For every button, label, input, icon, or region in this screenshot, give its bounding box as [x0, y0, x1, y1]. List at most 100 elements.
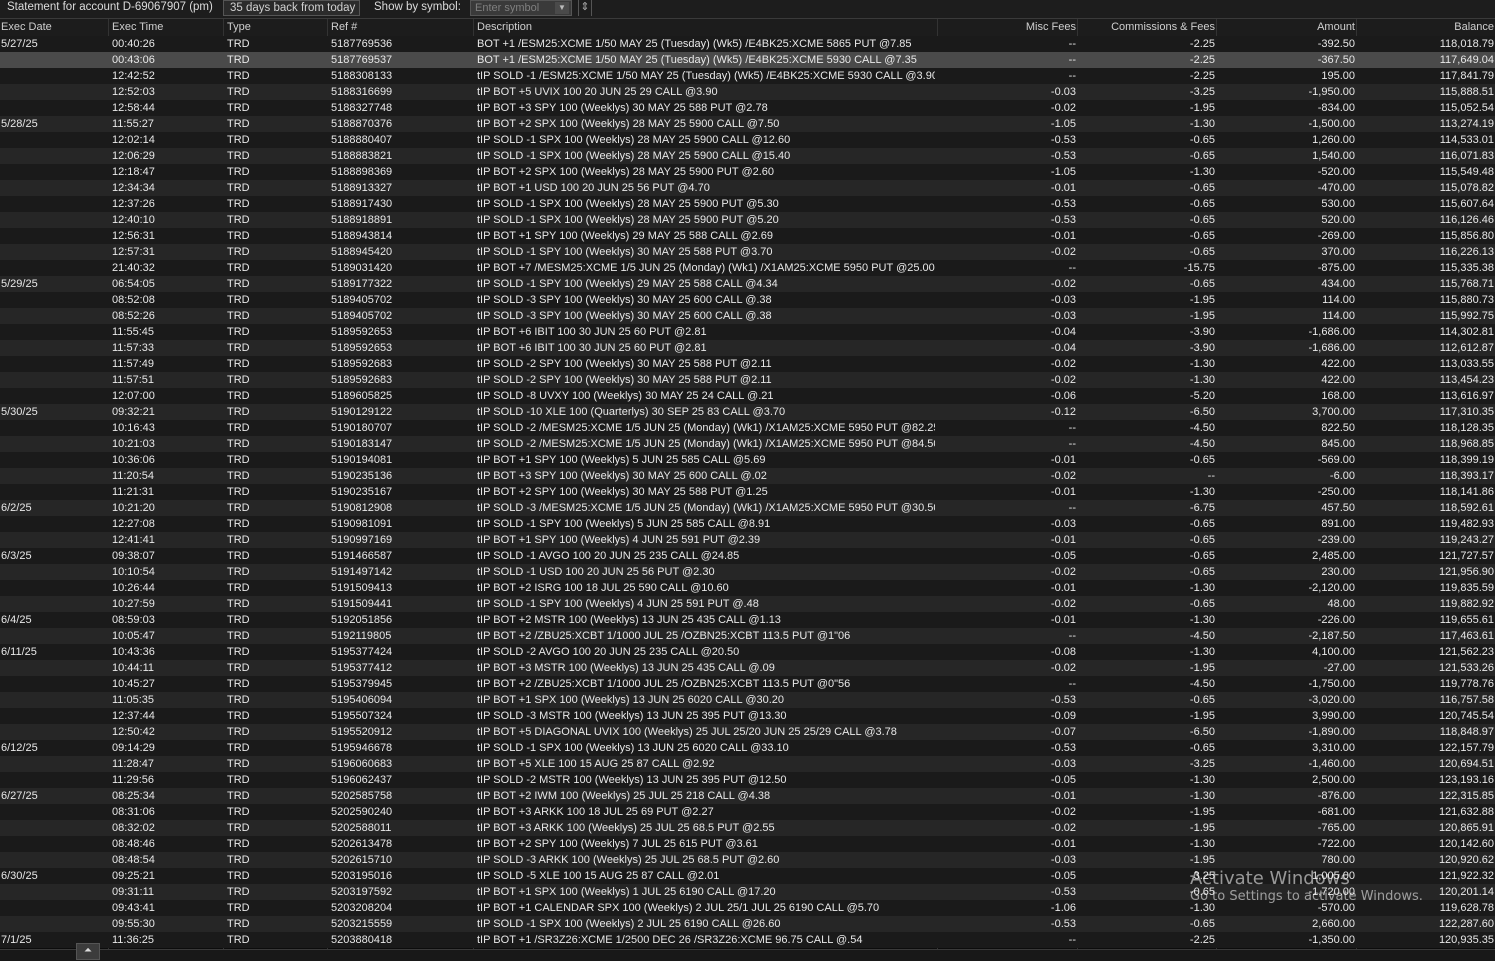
col-exec-date[interactable]: Exec Date [1, 21, 106, 33]
table-row[interactable]: 11:57:51 TRD 5189592683 tIP SOLD -2 SPY 100… [0, 372, 1495, 388]
table-row[interactable]: 12:34:34 TRD 5188913327 tIP BOT +1 USD 100 … [0, 180, 1495, 196]
table-row[interactable]: 5/28/25 11:55:27 TRD 5188870376 tIP BOT +2 S… [0, 116, 1495, 132]
table-row[interactable]: 08:31:06 TRD 5202590240 tIP BOT +3 ARKK 100… [0, 804, 1495, 820]
balance-cell: 117,463.61 [1439, 630, 1494, 642]
ref-cell: 5202590240 [331, 806, 393, 818]
table-row[interactable]: 12:56:31 TRD 5188943814 tIP BOT +1 SPY 100 … [0, 228, 1495, 244]
table-row[interactable]: 09:43:41 TRD 5203208204 tIP BOT +1 CALENDAR… [0, 900, 1495, 916]
table-row[interactable]: 10:44:11 TRD 5195377412 tIP BOT +3 MSTR 100… [0, 660, 1495, 676]
table-row[interactable]: 10:10:54 TRD 5191497142 tIP SOLD -1 USD 100… [0, 564, 1495, 580]
balance-cell: 121,632.88 [1438, 806, 1494, 818]
col-type[interactable]: Type [227, 21, 325, 33]
balance-cell: 115,078.82 [1439, 182, 1494, 194]
balance-cell: 120,142.60 [1438, 838, 1494, 850]
col-ref[interactable]: Ref # [331, 21, 471, 33]
type-cell: TRD [227, 710, 250, 722]
table-row[interactable]: 11:29:56 TRD 5196062437 tIP SOLD -2 MSTR 10… [0, 772, 1495, 788]
type-cell: TRD [227, 790, 250, 802]
balance-cell: 121,956.90 [1438, 566, 1494, 578]
description-cell: tIP BOT +2 SPY 100 (Weeklys) 30 MAY 25 5… [477, 486, 768, 498]
table-row[interactable]: 12:58:44 TRD 5188327748 tIP BOT +3 SPY 100 … [0, 100, 1495, 116]
balance-cell: 117,649.04 [1439, 54, 1494, 66]
commissions-cell: -1.30 [1189, 646, 1215, 658]
type-cell: TRD [227, 262, 250, 274]
table-row[interactable]: 12:41:41 TRD 5190997169 tIP BOT +1 SPY 100 … [0, 532, 1495, 548]
table-row[interactable]: 11:20:54 TRD 5190235136 tIP BOT +3 SPY 100 … [0, 468, 1495, 484]
table-row[interactable]: 6/12/25 09:14:29 TRD 5195946678 tIP SOLD -1 … [0, 740, 1495, 756]
table-row[interactable]: 08:52:08 TRD 5189405702 tIP SOLD -3 SPY 100… [0, 292, 1495, 308]
ref-cell: 5189405702 [331, 310, 393, 322]
amount-cell: -3,020.00 [1308, 694, 1355, 706]
table-row[interactable]: 12:27:08 TRD 5190981091 tIP SOLD -1 SPY 100… [0, 516, 1495, 532]
table-row[interactable]: 12:52:03 TRD 5188316699 tIP BOT +5 UVIX 100… [0, 84, 1495, 100]
commissions-cell: -0.65 [1189, 150, 1215, 162]
table-row[interactable]: 12:18:47 TRD 5188898369 tIP BOT +2 SPX 100 … [0, 164, 1495, 180]
table-row[interactable]: 11:21:31 TRD 5190235167 tIP BOT +2 SPY 100 … [0, 484, 1495, 500]
type-cell: TRD [227, 54, 250, 66]
table-row[interactable]: 6/4/25 08:59:03 TRD 5192051856 tIP BOT +2 MS… [0, 612, 1495, 628]
table-row[interactable]: 10:26:44 TRD 5191509413 tIP BOT +2 ISRG 100… [0, 580, 1495, 596]
col-balance[interactable]: Balance [1358, 21, 1494, 33]
chevron-down-icon[interactable]: ▼ [555, 2, 569, 14]
table-row[interactable]: 6/11/25 10:43:36 TRD 5195377424 tIP SOLD -2 … [0, 644, 1495, 660]
table-row[interactable]: 10:27:59 TRD 5191509441 tIP SOLD -1 SPY 100… [0, 596, 1495, 612]
col-commissions[interactable]: Commissions & Fees [1080, 21, 1215, 33]
collapse-icon[interactable]: ⏶ [76, 943, 100, 960]
table-row[interactable]: 12:37:26 TRD 5188917430 tIP SOLD -1 SPX 100… [0, 196, 1495, 212]
table-row[interactable]: 12:50:42 TRD 5195520912 tIP BOT +5 DIAGONAL… [0, 724, 1495, 740]
table-row[interactable]: 11:28:47 TRD 5196060683 tIP BOT +5 XLE 100 … [0, 756, 1495, 772]
table-row[interactable]: 11:55:45 TRD 5189592653 tIP BOT +6 IBIT 100… [0, 324, 1495, 340]
table-row[interactable]: 6/27/25 08:25:34 TRD 5202585758 tIP BOT +2 I… [0, 788, 1495, 804]
table-row[interactable]: 11:57:33 TRD 5189592653 tIP BOT +6 IBIT 100… [0, 340, 1495, 356]
table-row[interactable]: 21:40:32 TRD 5189031420 tIP BOT +7 /MESM25:… [0, 260, 1495, 276]
symbol-input[interactable] [475, 2, 551, 14]
table-row[interactable]: 7/1/25 11:36:25 TRD 5203880418 tIP BOT +1 /S… [0, 932, 1495, 948]
table-row[interactable]: 5/30/25 09:32:21 TRD 5190129122 tIP SOLD -10… [0, 404, 1495, 420]
date-range-selector[interactable]: 35 days back from today [223, 0, 360, 16]
ref-cell: 5202585758 [331, 790, 393, 802]
table-row[interactable]: 09:55:30 TRD 5203215559 tIP SOLD -1 SPX 100… [0, 916, 1495, 932]
amount-cell: -392.50 [1317, 38, 1355, 50]
table-row[interactable]: 00:43:06 TRD 5187769537 BOT +1 /ESM25:XCME … [0, 52, 1495, 68]
table-row[interactable]: 08:48:46 TRD 5202613478 tIP BOT +2 SPY 100 … [0, 836, 1495, 852]
table-row[interactable]: 08:32:02 TRD 5202588011 tIP BOT +3 ARKK 100… [0, 820, 1495, 836]
table-row[interactable]: 11:05:35 TRD 5195406094 tIP BOT +1 SPX 100 … [0, 692, 1495, 708]
type-cell: TRD [227, 358, 250, 370]
table-row[interactable]: 11:57:49 TRD 5189592683 tIP SOLD -2 SPY 100… [0, 356, 1495, 372]
symbol-filter-box[interactable]: ▼ [470, 0, 572, 16]
table-row[interactable]: 10:21:03 TRD 5190183147 tIP SOLD -2 /MESM25… [0, 436, 1495, 452]
amount-cell: 2,485.00 [1312, 550, 1355, 562]
table-row[interactable]: 12:02:14 TRD 5188880407 tIP SOLD -1 SPX 100… [0, 132, 1495, 148]
col-exec-time[interactable]: Exec Time [112, 21, 220, 33]
pin-icon[interactable]: ⇕ [578, 0, 592, 16]
balance-cell: 114,302.81 [1439, 326, 1494, 338]
type-cell: TRD [227, 934, 250, 946]
table-row[interactable]: 6/3/25 09:38:07 TRD 5191466587 tIP SOLD -1 A… [0, 548, 1495, 564]
table-row[interactable]: 6/2/25 10:21:20 TRD 5190812908 tIP SOLD -3 /… [0, 500, 1495, 516]
balance-cell: 119,778.76 [1439, 678, 1494, 690]
table-row[interactable]: 10:45:27 TRD 5195379945 tIP BOT +2 /ZBU25:X… [0, 676, 1495, 692]
misc-fees-cell: -0.03 [1050, 854, 1076, 866]
table-row[interactable]: 5/29/25 06:54:05 TRD 5189177322 tIP SOLD -1 … [0, 276, 1495, 292]
table-row[interactable]: 12:40:10 TRD 5188918891 tIP SOLD -1 SPX 100… [0, 212, 1495, 228]
table-row[interactable]: 6/30/25 09:25:21 TRD 5203195016 tIP SOLD -5 … [0, 868, 1495, 884]
table-row[interactable]: 12:07:00 TRD 5189605825 tIP SOLD -8 UVXY 10… [0, 388, 1495, 404]
amount-cell: -1,720.00 [1308, 886, 1355, 898]
col-misc-fees[interactable]: Misc Fees [940, 21, 1076, 33]
table-row[interactable]: 09:31:11 TRD 5203197592 tIP BOT +1 SPX 100 … [0, 884, 1495, 900]
table-row[interactable]: 10:05:47 TRD 5192119805 tIP BOT +2 /ZBU25:X… [0, 628, 1495, 644]
table-row[interactable]: 08:48:54 TRD 5202615710 tIP SOLD -3 ARKK 10… [0, 852, 1495, 868]
table-row[interactable]: 10:16:43 TRD 5190180707 tIP SOLD -2 /MESM25… [0, 420, 1495, 436]
col-description[interactable]: Description [477, 21, 935, 33]
table-row[interactable]: 5/27/25 00:40:26 TRD 5187769536 BOT +1 /ESM2… [0, 36, 1495, 52]
col-amount[interactable]: Amount [1219, 21, 1355, 33]
ref-cell: 5203880418 [331, 934, 393, 946]
description-cell: tIP BOT +1 SPX 100 (Weeklys) 13 JUN 25 6… [477, 694, 785, 706]
table-row[interactable]: 12:57:31 TRD 5188945420 tIP SOLD -1 SPY 100… [0, 244, 1495, 260]
exec-time-cell: 12:57:31 [112, 246, 155, 258]
table-row[interactable]: 12:06:29 TRD 5188883821 tIP SOLD -1 SPX 100… [0, 148, 1495, 164]
table-row[interactable]: 12:42:52 TRD 5188308133 tIP SOLD -1 /ESM25:… [0, 68, 1495, 84]
table-row[interactable]: 08:52:26 TRD 5189405702 tIP SOLD -3 SPY 100… [0, 308, 1495, 324]
table-row[interactable]: 10:36:06 TRD 5190194081 tIP BOT +1 SPY 100 … [0, 452, 1495, 468]
table-row[interactable]: 12:37:44 TRD 5195507324 tIP SOLD -3 MSTR 10… [0, 708, 1495, 724]
